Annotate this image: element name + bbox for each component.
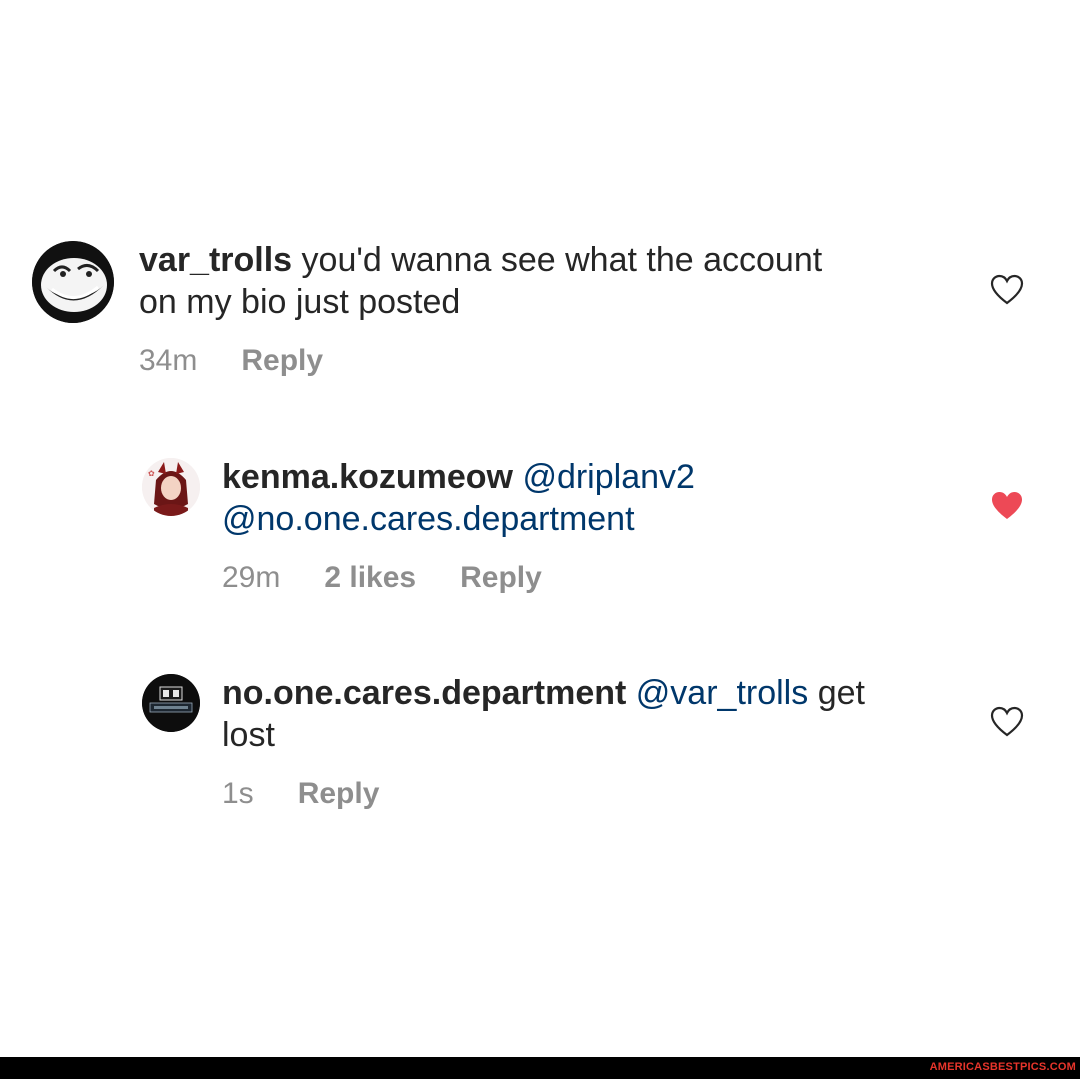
watermark-text: AMERICASBESTPICS.COM xyxy=(929,1061,1076,1073)
avatar-no-one-cares[interactable] xyxy=(142,674,200,732)
mention-link[interactable]: @var_trolls xyxy=(636,674,808,712)
department-logo-icon xyxy=(142,674,200,732)
comment-no-one-cares: no.one.cares.department @var_trolls get … xyxy=(0,0,1080,840)
heart-outline-icon[interactable] xyxy=(990,706,1024,738)
comment-meta: 1s Reply xyxy=(222,777,379,811)
comment-text: no.one.cares.department @var_trolls get … xyxy=(222,672,982,756)
comment-body-line2: lost xyxy=(222,716,275,754)
comment-username[interactable]: no.one.cares.department xyxy=(222,674,626,712)
comment-body: get xyxy=(817,674,865,712)
watermark-bar: AMERICASBESTPICS.COM xyxy=(0,1057,1080,1079)
reply-button[interactable]: Reply xyxy=(298,777,380,811)
comment-time: 1s xyxy=(222,777,254,810)
